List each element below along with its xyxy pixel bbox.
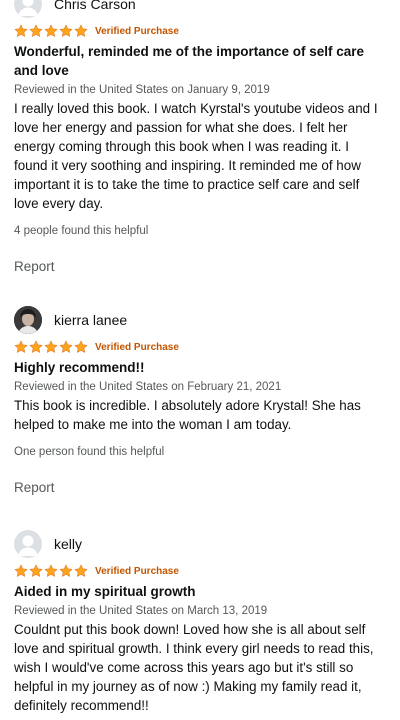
- helpful-count: 4 people found this helpful: [14, 225, 149, 237]
- star-icon: [14, 24, 28, 37]
- review-card: kelly Verified Purchase Aided in my spir…: [0, 530, 400, 715]
- review-body: This book is incredible. I absolutely ad…: [14, 398, 361, 432]
- star-icon: [44, 340, 58, 353]
- rating-row: Verified Purchase: [14, 22, 400, 40]
- star-icon: [44, 24, 58, 37]
- helpful-count: One person found this helpful: [14, 446, 165, 458]
- review-title[interactable]: Aided in my spiritual growth: [14, 582, 386, 601]
- reviewer-profile[interactable]: kierra lanee: [0, 306, 400, 334]
- star-icon: [14, 340, 28, 353]
- user-photo-avatar: [14, 306, 42, 334]
- star-icon: [29, 340, 43, 353]
- star-icon: [74, 340, 88, 353]
- review-title[interactable]: Highly recommend!!: [14, 358, 386, 377]
- reviewer-profile[interactable]: kelly: [0, 530, 400, 558]
- verified-purchase-badge: Verified Purchase: [95, 565, 179, 577]
- review-date: Reviewed in the United States on Februar…: [14, 381, 282, 393]
- star-icon: [44, 564, 58, 577]
- report-link[interactable]: Report: [14, 479, 386, 497]
- verified-purchase-badge: Verified Purchase: [95, 25, 179, 37]
- reviewer-profile[interactable]: Chris Carson: [0, 0, 400, 18]
- review-card: kierra lanee Verified Purchase Highly re…: [0, 306, 400, 497]
- star-icon: [74, 24, 88, 37]
- star-icon: [14, 564, 28, 577]
- star-rating: [14, 340, 88, 354]
- review-title[interactable]: Wonderful, reminded me of the importance…: [14, 42, 386, 80]
- default-avatar-icon: [14, 0, 42, 18]
- reviewer-name: Chris Carson: [54, 0, 136, 12]
- rating-row: Verified Purchase: [14, 562, 400, 580]
- review-body: I really loved this book. I watch Kyrsta…: [14, 101, 378, 211]
- review-date: Reviewed in the United States on March 1…: [14, 605, 268, 617]
- star-rating: [14, 24, 88, 38]
- verified-purchase-badge: Verified Purchase: [95, 341, 179, 353]
- star-icon: [29, 24, 43, 37]
- star-icon: [59, 24, 73, 37]
- reviewer-name: kelly: [54, 536, 83, 552]
- star-icon: [59, 340, 73, 353]
- reviewer-name: kierra lanee: [54, 312, 128, 328]
- star-icon: [59, 564, 73, 577]
- review-card: Chris Carson Verified Purchase Wonderful…: [0, 0, 400, 276]
- review-date: Reviewed in the United States on January…: [14, 84, 270, 96]
- review-body: Couldnt put this book down! Loved how sh…: [14, 622, 374, 713]
- rating-row: Verified Purchase: [14, 338, 400, 356]
- report-link[interactable]: Report: [14, 258, 386, 276]
- star-icon: [29, 564, 43, 577]
- default-avatar-icon: [14, 530, 42, 558]
- star-icon: [74, 564, 88, 577]
- star-rating: [14, 564, 88, 578]
